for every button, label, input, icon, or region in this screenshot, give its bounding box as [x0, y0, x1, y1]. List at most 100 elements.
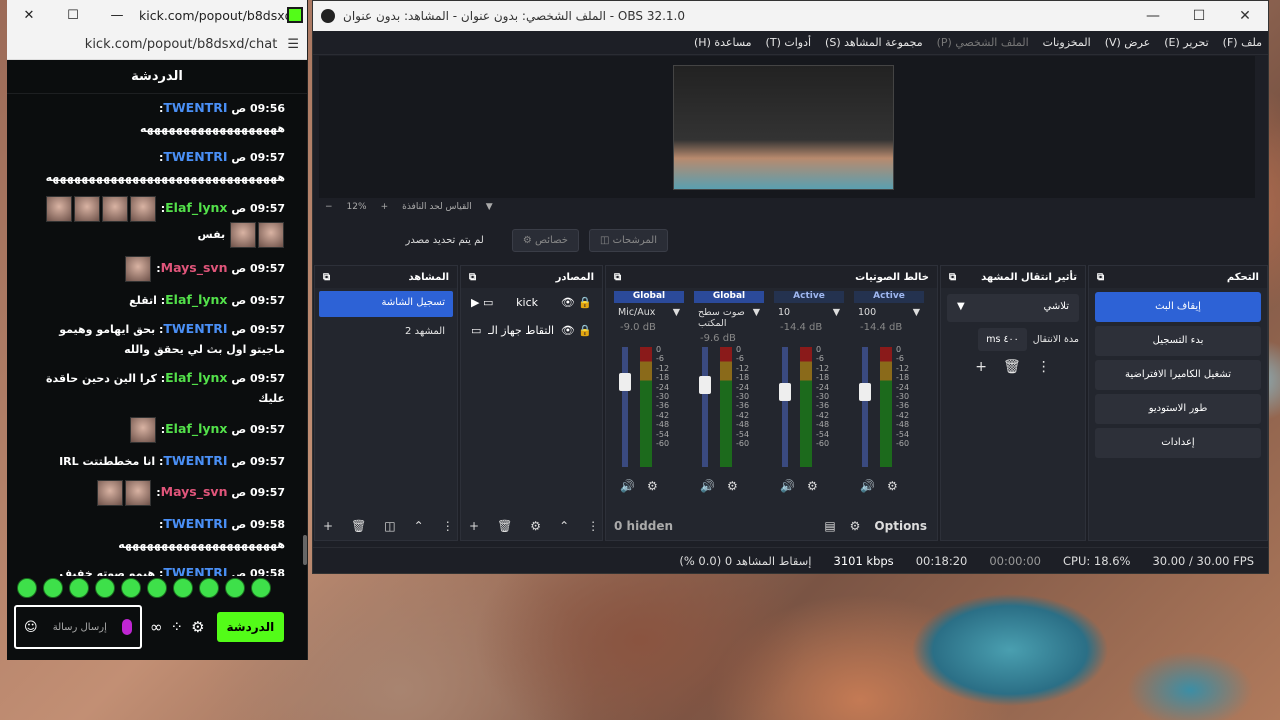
menu-item[interactable]: أدوات (T)	[766, 36, 812, 49]
emote-icon[interactable]	[199, 578, 219, 598]
start-recording-button[interactable]: بدء التسجيل	[1095, 326, 1261, 356]
visibility-icon[interactable]: 👁 🔒	[561, 296, 592, 309]
more-icon[interactable]: ⋮	[1037, 359, 1051, 375]
volume-fader[interactable]	[779, 347, 791, 467]
trash-icon[interactable]: 🗑	[351, 519, 366, 533]
menu-item[interactable]: ملف (F)	[1223, 36, 1262, 49]
menu-item[interactable]: الملف الشخصي (P)	[937, 36, 1029, 49]
filter-icon[interactable]: ◫	[384, 519, 395, 533]
filters-button[interactable]: ◫ المرشحات	[588, 228, 668, 252]
emote-icon[interactable]	[43, 578, 63, 598]
emote-icon[interactable]	[225, 578, 245, 598]
chevron-up-icon[interactable]: ⌃	[559, 519, 569, 533]
channel-name-select[interactable]: Mic/Aux ▼	[614, 303, 684, 322]
menu-item[interactable]: عرض (V)	[1105, 36, 1151, 49]
speaker-icon[interactable]: 🔊	[780, 479, 795, 493]
address-url[interactable]: kick.com/popout/b8dsxd/chat	[85, 37, 278, 52]
source-item[interactable]: ▶ ▭ kick 👁 🔒	[461, 288, 602, 316]
zoom-out-icon[interactable]: −	[325, 202, 333, 212]
undock-icon[interactable]: ⧉	[469, 272, 476, 283]
undock-icon[interactable]: ⧉	[949, 272, 956, 283]
add-icon[interactable]: +	[975, 359, 987, 375]
channel-name-select[interactable]: 10 ▼	[774, 303, 844, 322]
channel-name-select[interactable]: صوت سطح المكتب ▼	[694, 303, 764, 333]
chat-input[interactable]: ☺ إرسال رسالة	[14, 605, 142, 649]
channel-settings-icon[interactable]: ⚙	[807, 479, 818, 493]
volume-fader[interactable]	[859, 347, 871, 467]
transition-select[interactable]: تلاشي ▼	[947, 294, 1079, 322]
fader-handle[interactable]	[859, 383, 871, 401]
message-username[interactable]: TWENTRI	[163, 321, 227, 336]
speaker-icon[interactable]: 🔊	[620, 479, 635, 493]
stop-stream-button[interactable]: إيقاف البث	[1095, 292, 1261, 322]
gear-icon[interactable]: ⚙	[530, 519, 541, 533]
more-icon[interactable]: ⋮	[442, 519, 454, 533]
message-username[interactable]: Elaf_lynx	[165, 421, 227, 436]
emote-icon[interactable]	[69, 578, 89, 598]
source-item[interactable]: ▭ التقاط جهاز الـ 👁 🔒	[461, 316, 602, 344]
message-username[interactable]: TWENTRI	[163, 516, 227, 531]
channel-name-select[interactable]: 100 ▼	[854, 303, 924, 322]
chat-scrollbar[interactable]	[303, 100, 307, 570]
infinity-icon[interactable]: ∞	[150, 618, 163, 636]
menu-item[interactable]: المخزونات	[1043, 36, 1091, 49]
properties-button[interactable]: ⚙ خصائص	[511, 228, 579, 252]
minimize-icon[interactable]: —	[1130, 8, 1176, 24]
undock-icon[interactable]: ⧉	[1097, 272, 1104, 283]
virtual-camera-button[interactable]: تشغيل الكاميرا الافتراضية	[1095, 360, 1261, 390]
visibility-icon[interactable]: 👁 🔒	[561, 324, 592, 337]
send-button[interactable]: الدردشة	[216, 612, 285, 642]
gear-icon[interactable]: ⚙	[191, 618, 204, 636]
settings-button[interactable]: إعدادات	[1095, 428, 1261, 458]
more-icon[interactable]: ⋮	[587, 519, 599, 533]
fader-handle[interactable]	[699, 376, 711, 394]
duration-input[interactable]: ٤٠٠ ms	[978, 328, 1027, 351]
hidden-count[interactable]: 0 hidden	[614, 519, 673, 533]
layout-icon[interactable]: ▤	[824, 519, 835, 533]
emote-icon[interactable]	[251, 578, 271, 598]
mixer-settings-icon[interactable]: ⚙	[850, 519, 861, 533]
message-username[interactable]: TWENTRI	[163, 565, 227, 576]
add-icon[interactable]: +	[323, 519, 333, 533]
fader-handle[interactable]	[619, 373, 631, 391]
channel-settings-icon[interactable]: ⚙	[727, 479, 738, 493]
undock-icon[interactable]: ⧉	[614, 272, 621, 283]
maximize-icon[interactable]: ☐	[1176, 8, 1222, 24]
zoom-fit-select[interactable]: القياس لحد النافذة	[402, 202, 472, 212]
message-username[interactable]: Mays_svn	[161, 260, 228, 275]
message-username[interactable]: TWENTRI	[163, 100, 227, 115]
site-settings-icon[interactable]: ☰	[287, 37, 299, 52]
scene-item[interactable]: تسجيل الشاشة	[319, 291, 453, 317]
chevron-up-icon[interactable]: ⌃	[414, 519, 424, 533]
channel-settings-icon[interactable]: ⚙	[887, 479, 898, 493]
emote-icon[interactable]	[147, 578, 167, 598]
speaker-icon[interactable]: 🔊	[700, 479, 715, 493]
scene-item[interactable]: المشهد 2	[319, 320, 453, 346]
message-username[interactable]: TWENTRI	[163, 453, 227, 468]
emote-icon[interactable]	[121, 578, 141, 598]
chevron-down-icon[interactable]: ▼	[486, 202, 493, 212]
undock-icon[interactable]: ⧉	[323, 272, 330, 283]
emote-icon[interactable]	[17, 578, 37, 598]
close-icon[interactable]: ✕	[1222, 8, 1268, 24]
options-button[interactable]: Options	[874, 519, 927, 533]
speaker-icon[interactable]: 🔊	[860, 479, 875, 493]
emoji-icon[interactable]: ☺	[24, 620, 38, 635]
menu-item[interactable]: مساعدة (H)	[694, 36, 752, 49]
channel-settings-icon[interactable]: ⚙	[647, 479, 658, 493]
emote-icon[interactable]	[173, 578, 193, 598]
message-username[interactable]: Elaf_lynx	[165, 370, 227, 385]
maximize-icon[interactable]: ☐	[51, 8, 95, 23]
message-username[interactable]: Elaf_lynx	[165, 292, 227, 307]
message-username[interactable]: TWENTRI	[163, 149, 227, 164]
trash-icon[interactable]: 🗑	[497, 519, 512, 533]
volume-fader[interactable]	[699, 347, 711, 467]
menu-item[interactable]: تحرير (E)	[1164, 36, 1208, 49]
close-icon[interactable]: ✕	[7, 8, 51, 23]
expand-icon[interactable]: ▶ ▭	[471, 296, 493, 309]
minimize-icon[interactable]: —	[95, 8, 139, 23]
fader-handle[interactable]	[779, 383, 791, 401]
users-icon[interactable]: ⁘	[171, 618, 184, 636]
menu-item[interactable]: مجموعة المشاهد (S)	[825, 36, 923, 49]
message-username[interactable]: Elaf_lynx	[165, 200, 227, 215]
